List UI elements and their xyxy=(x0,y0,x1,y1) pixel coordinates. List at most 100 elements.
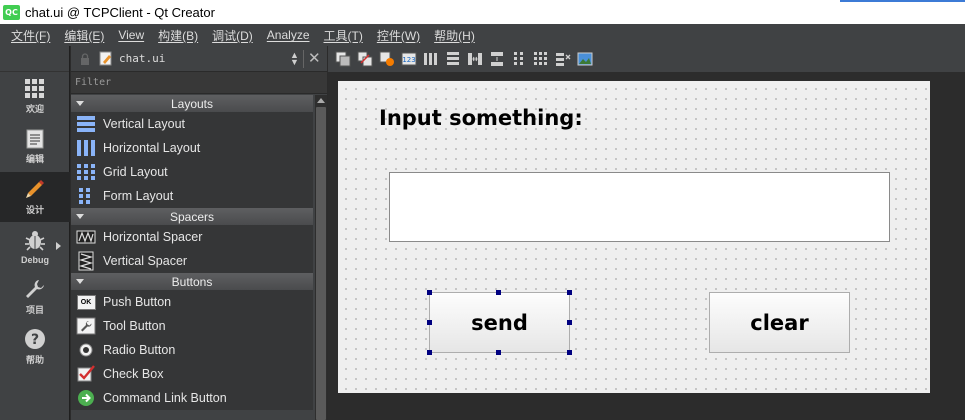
layout-form-icon[interactable] xyxy=(511,51,527,67)
menu-help[interactable]: 帮助(H) xyxy=(427,27,482,44)
mode-projects[interactable]: 项目 xyxy=(0,272,70,322)
command-link-icon xyxy=(75,388,97,408)
grid-layout-icon xyxy=(75,162,97,182)
widget-horizontal-layout[interactable]: Horizontal Layout xyxy=(71,136,313,160)
design-area: 123 Input something: send clear xyxy=(328,46,965,420)
selection-handle[interactable] xyxy=(496,350,501,355)
qt-creator-logo: QC xyxy=(3,4,20,20)
layout-vertically-icon[interactable] xyxy=(445,51,461,67)
mode-selector: 欢迎 编辑 设计 Debug 项目 ? 帮助 xyxy=(0,46,70,420)
radio-button-icon xyxy=(75,340,97,360)
category-buttons[interactable]: Buttons xyxy=(71,273,313,290)
selection-handle[interactable] xyxy=(567,290,572,295)
menu-bar: 文件(F) 编辑(E) View 构建(B) 调试(D) Analyze 工具(… xyxy=(0,24,965,46)
form-canvas[interactable]: Input something: send clear xyxy=(338,81,930,393)
widget-list: Layouts Vertical Layout Horizontal Layou… xyxy=(71,95,313,410)
pencil-icon xyxy=(26,180,44,198)
vertical-spacer-icon xyxy=(75,251,97,271)
filter-input[interactable]: Filter xyxy=(71,72,327,94)
mode-design[interactable]: 设计 xyxy=(0,172,70,222)
ui-file-icon xyxy=(99,51,112,66)
open-document-name: chat.ui xyxy=(119,52,166,65)
lock-icon[interactable] xyxy=(79,52,91,65)
widget-tool-button[interactable]: Tool Button xyxy=(71,314,313,338)
help-icon: ? xyxy=(25,329,45,349)
break-layout-icon[interactable] xyxy=(555,51,571,67)
svg-text:?: ? xyxy=(31,332,39,348)
grid-icon xyxy=(25,79,44,98)
mode-label: Debug xyxy=(21,254,49,265)
bug-icon xyxy=(25,230,45,251)
check-box-icon xyxy=(75,364,97,384)
category-spacers[interactable]: Spacers xyxy=(71,208,313,225)
mode-welcome[interactable]: 欢迎 xyxy=(0,72,70,122)
edit-tab-order-icon[interactable]: 123 xyxy=(401,51,417,67)
close-icon[interactable]: ✕ xyxy=(308,49,321,67)
document-icon xyxy=(26,129,44,149)
selection-handle[interactable] xyxy=(567,320,572,325)
mode-edit[interactable]: 编辑 xyxy=(0,122,70,172)
horizontal-spacer-icon xyxy=(75,227,97,247)
mode-label: 编辑 xyxy=(25,154,44,164)
menu-tools[interactable]: 工具(T) xyxy=(317,27,370,44)
push-button-icon: OK xyxy=(75,292,97,312)
expand-arrow-icon[interactable] xyxy=(56,242,61,250)
clear-button[interactable]: clear xyxy=(709,292,850,353)
selection-handle[interactable] xyxy=(567,350,572,355)
menu-widgets[interactable]: 控件(W) xyxy=(370,27,427,44)
layout-horizontal-splitter-icon[interactable] xyxy=(467,51,483,67)
widget-form-layout[interactable]: Form Layout xyxy=(71,184,313,208)
preview-form-icon[interactable] xyxy=(577,51,593,67)
menu-file[interactable]: 文件(F) xyxy=(4,27,57,44)
form-layout-icon xyxy=(75,186,97,206)
widget-push-button[interactable]: OK Push Button xyxy=(71,290,313,314)
widget-box: chat.ui ▲ ▼ ✕ Filter Layouts Vertical Lay… xyxy=(71,46,327,420)
mode-label: 项目 xyxy=(25,305,44,315)
selection-handle[interactable] xyxy=(427,290,432,295)
mode-label: 设计 xyxy=(25,205,44,215)
selection-handle[interactable] xyxy=(496,290,501,295)
svg-text:123: 123 xyxy=(402,56,415,64)
title-bar: QC chat.ui @ TCPClient - Qt Creator xyxy=(0,0,965,24)
title-accent-bar xyxy=(840,0,965,2)
layout-vertical-splitter-icon[interactable] xyxy=(489,51,505,67)
selection-handle[interactable] xyxy=(427,320,432,325)
widget-radio-button[interactable]: Radio Button xyxy=(71,338,313,362)
menu-analyze[interactable]: Analyze xyxy=(260,28,317,42)
scrollbar-thumb[interactable] xyxy=(316,107,326,420)
widget-vertical-layout[interactable]: Vertical Layout xyxy=(71,112,313,136)
layout-horizontally-icon[interactable] xyxy=(423,51,439,67)
menu-build[interactable]: 构建(B) xyxy=(151,27,205,44)
message-input[interactable] xyxy=(389,172,890,242)
scroll-up-icon[interactable] xyxy=(315,95,327,105)
mode-help[interactable]: ? 帮助 xyxy=(0,322,70,372)
horizontal-layout-icon xyxy=(75,138,97,158)
edit-buddies-icon[interactable] xyxy=(379,51,395,67)
tool-button-icon xyxy=(75,316,97,336)
window-title: chat.ui @ TCPClient - Qt Creator xyxy=(25,4,215,20)
edit-widgets-icon[interactable] xyxy=(335,51,351,67)
send-button[interactable]: send xyxy=(429,292,570,353)
widget-list-scrollbar[interactable] xyxy=(315,95,327,420)
menu-debug[interactable]: 调试(D) xyxy=(205,27,260,44)
widget-check-box[interactable]: Check Box xyxy=(71,362,313,386)
mode-debug[interactable]: Debug xyxy=(0,222,70,272)
selection-handle[interactable] xyxy=(427,350,432,355)
widget-horizontal-spacer[interactable]: Horizontal Spacer xyxy=(71,225,313,249)
document-selector[interactable]: chat.ui ▲ ▼ ✕ xyxy=(71,46,327,72)
form-editor-toolbar: 123 xyxy=(328,46,965,72)
menu-view[interactable]: View xyxy=(111,28,151,42)
vertical-layout-icon xyxy=(75,114,97,134)
category-layouts[interactable]: Layouts xyxy=(71,95,313,112)
widget-command-link-button[interactable]: Command Link Button xyxy=(71,386,313,410)
document-switch-icon[interactable]: ▲ ▼ xyxy=(290,51,299,67)
mode-label: 帮助 xyxy=(25,355,44,365)
widget-vertical-spacer[interactable]: Vertical Spacer xyxy=(71,249,313,273)
layout-grid-icon[interactable] xyxy=(533,51,549,67)
wrench-icon xyxy=(26,280,44,298)
mode-label: 欢迎 xyxy=(25,104,44,114)
input-prompt-label[interactable]: Input something: xyxy=(379,106,583,130)
widget-grid-layout[interactable]: Grid Layout xyxy=(71,160,313,184)
menu-edit[interactable]: 编辑(E) xyxy=(57,27,111,44)
edit-signals-slots-icon[interactable] xyxy=(357,51,373,67)
